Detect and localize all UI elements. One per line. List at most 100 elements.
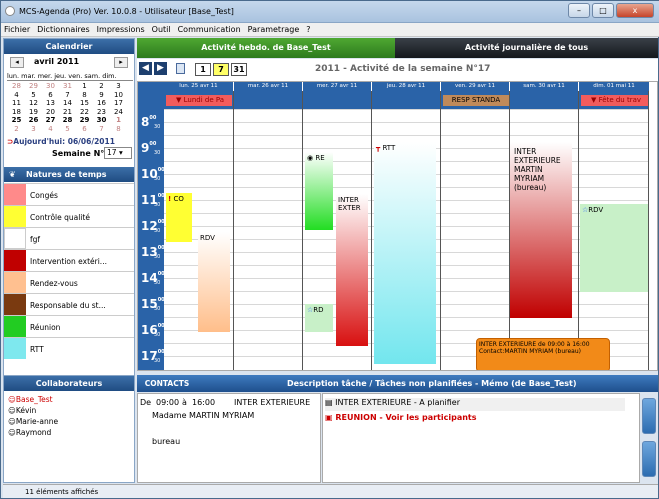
tab-weekly[interactable]: Activité hebdo. de Base_Test — [137, 38, 395, 58]
nature-item[interactable]: Réunion — [4, 315, 134, 337]
calendar-day[interactable]: 10 — [110, 91, 127, 100]
calendar-day[interactable]: 8 — [110, 125, 127, 134]
contacts-tab[interactable]: CONTACTS — [137, 375, 197, 392]
calendar-day[interactable]: 4 — [42, 125, 59, 134]
menu-parametrage[interactable]: Parametrage — [248, 23, 300, 36]
calendar-day[interactable]: 15 — [76, 99, 93, 108]
day-header[interactable]: mer. 27 avr 11 — [303, 82, 371, 91]
collaborator-item[interactable]: ☺Raymond — [8, 428, 51, 437]
nature-item[interactable]: Contrôle qualité — [4, 205, 134, 227]
calendar-day[interactable]: 28 — [8, 82, 25, 91]
resp-banner[interactable]: RESP STANDA — [443, 95, 509, 106]
calendar-day[interactable]: 24 — [110, 108, 127, 117]
calendar-day[interactable]: 30 — [93, 116, 110, 125]
nature-item[interactable]: Rendez-vous — [4, 271, 134, 293]
task-item[interactable]: ▤ INTER EXTERIEURE - A planifier — [325, 398, 625, 411]
calendar-day[interactable]: 7 — [59, 91, 76, 100]
menu-help[interactable]: ? — [306, 23, 310, 36]
delete-button[interactable] — [642, 441, 656, 477]
view-day-button[interactable]: 1 — [195, 63, 211, 76]
calendar-day[interactable]: 5 — [25, 91, 42, 100]
collaborator-item[interactable]: ☺Base_Test — [8, 395, 53, 404]
calendar-day[interactable]: 29 — [25, 82, 42, 91]
day-header[interactable]: ven. 29 avr 11 — [441, 82, 509, 91]
calendar-day[interactable]: 5 — [59, 125, 76, 134]
nature-item[interactable]: Congés — [4, 183, 134, 205]
nature-item[interactable]: Responsable du st... — [4, 293, 134, 315]
tab-daily[interactable]: Activité journalière de tous — [395, 38, 658, 58]
event-block[interactable]: RDV — [198, 232, 230, 332]
folder-button[interactable] — [642, 398, 656, 434]
next-month-button[interactable]: ▸ — [114, 57, 128, 68]
event-block[interactable]: ☆RD — [305, 304, 333, 332]
calendar-day[interactable]: 3 — [110, 82, 127, 91]
calendar-day[interactable]: 16 — [93, 99, 110, 108]
from-time[interactable]: 09:00 — [156, 398, 179, 407]
calendar-day[interactable]: 25 — [8, 116, 25, 125]
view-month-button[interactable]: 31 — [231, 63, 247, 76]
next-week-icon[interactable]: ▶ — [154, 62, 167, 75]
calendar-day[interactable]: 19 — [25, 108, 42, 117]
event-block[interactable]: ┳ RTT — [374, 142, 436, 364]
calendar-day[interactable]: 18 — [8, 108, 25, 117]
calendar-day[interactable]: 20 — [42, 108, 59, 117]
calendar-day[interactable]: 14 — [59, 99, 76, 108]
day-header[interactable]: mar. 26 avr 11 — [234, 82, 302, 91]
calendar-day[interactable]: 2 — [93, 82, 110, 91]
day-header[interactable]: dim. 01 mai 11 — [579, 82, 649, 91]
task-item[interactable]: ▣ REUNION - Voir les participants — [325, 413, 625, 426]
close-button[interactable]: x — [616, 3, 654, 18]
menu-fichier[interactable]: Fichier — [4, 23, 30, 36]
event-block[interactable]: ! CO — [166, 193, 192, 242]
calendar-day[interactable]: 31 — [59, 82, 76, 91]
calendar-day[interactable]: 1 — [110, 116, 127, 125]
calendar-day[interactable]: 2 — [8, 125, 25, 134]
calendar-day[interactable]: 29 — [76, 116, 93, 125]
calendar-day[interactable]: 1 — [76, 82, 93, 91]
calendar-day[interactable]: 17 — [110, 99, 127, 108]
menu-outil[interactable]: Outil — [152, 23, 171, 36]
calendar-day[interactable]: 28 — [59, 116, 76, 125]
today-link[interactable]: ⊃Aujourd'hui: 06/06/2011 — [7, 137, 115, 146]
maximize-button[interactable]: □ — [592, 3, 614, 18]
calendar-day[interactable]: 6 — [76, 125, 93, 134]
prev-month-button[interactable]: ◂ — [10, 57, 24, 68]
calendar-day[interactable]: 4 — [8, 91, 25, 100]
event-block[interactable]: ☆RDV — [580, 204, 648, 292]
calendar-day[interactable]: 8 — [76, 91, 93, 100]
collaborator-item[interactable]: ☺Kévin — [8, 406, 36, 415]
event-block[interactable]: INTER EXTER — [336, 194, 368, 346]
calendar-day[interactable]: 6 — [42, 91, 59, 100]
event-block[interactable]: ◉ RE — [305, 152, 333, 230]
prev-week-icon[interactable]: ◀ — [139, 62, 152, 75]
calendar-day[interactable]: 11 — [8, 99, 25, 108]
to-time[interactable]: 16:00 — [192, 398, 215, 407]
day-header[interactable]: lun. 25 avr 11 — [164, 82, 233, 91]
calendar-day[interactable]: 22 — [76, 108, 93, 117]
calendar-day[interactable]: 26 — [25, 116, 42, 125]
collaborator-item[interactable]: ☺Marie-anne — [8, 417, 58, 426]
day-header[interactable]: sam. 30 avr 11 — [510, 82, 578, 91]
week-select[interactable]: 17 ▾ — [104, 147, 132, 159]
nature-item[interactable]: Intervention extéri... — [4, 249, 134, 271]
menu-communication[interactable]: Communication — [178, 23, 241, 36]
calendar-day[interactable]: 12 — [25, 99, 42, 108]
calendar-day[interactable]: 13 — [42, 99, 59, 108]
holiday-banner[interactable]: ▼ Lundi de Pa — [166, 95, 232, 106]
minimize-button[interactable]: – — [568, 3, 590, 18]
print-icon[interactable] — [176, 63, 185, 74]
view-week-button[interactable]: 7 — [213, 63, 229, 76]
calendar-day[interactable]: 23 — [93, 108, 110, 117]
day-header[interactable]: jeu. 28 avr 11 — [372, 82, 440, 91]
menu-impressions[interactable]: Impressions — [97, 23, 145, 36]
event-block[interactable]: INTER EXTERIEURE MARTIN MYRIAM (bureau) — [510, 142, 572, 318]
calendar-day[interactable]: 9 — [93, 91, 110, 100]
calendar-day[interactable]: 21 — [59, 108, 76, 117]
nature-item[interactable]: fgf — [4, 227, 134, 249]
calendar-day[interactable]: 3 — [25, 125, 42, 134]
nature-item[interactable]: RTT — [4, 337, 134, 359]
holiday-banner[interactable]: ▼ Fête du trav — [581, 95, 649, 106]
calendar-day[interactable]: 27 — [42, 116, 59, 125]
menu-dictionnaires[interactable]: Dictionnaires — [37, 23, 90, 36]
calendar-day[interactable]: 7 — [93, 125, 110, 134]
